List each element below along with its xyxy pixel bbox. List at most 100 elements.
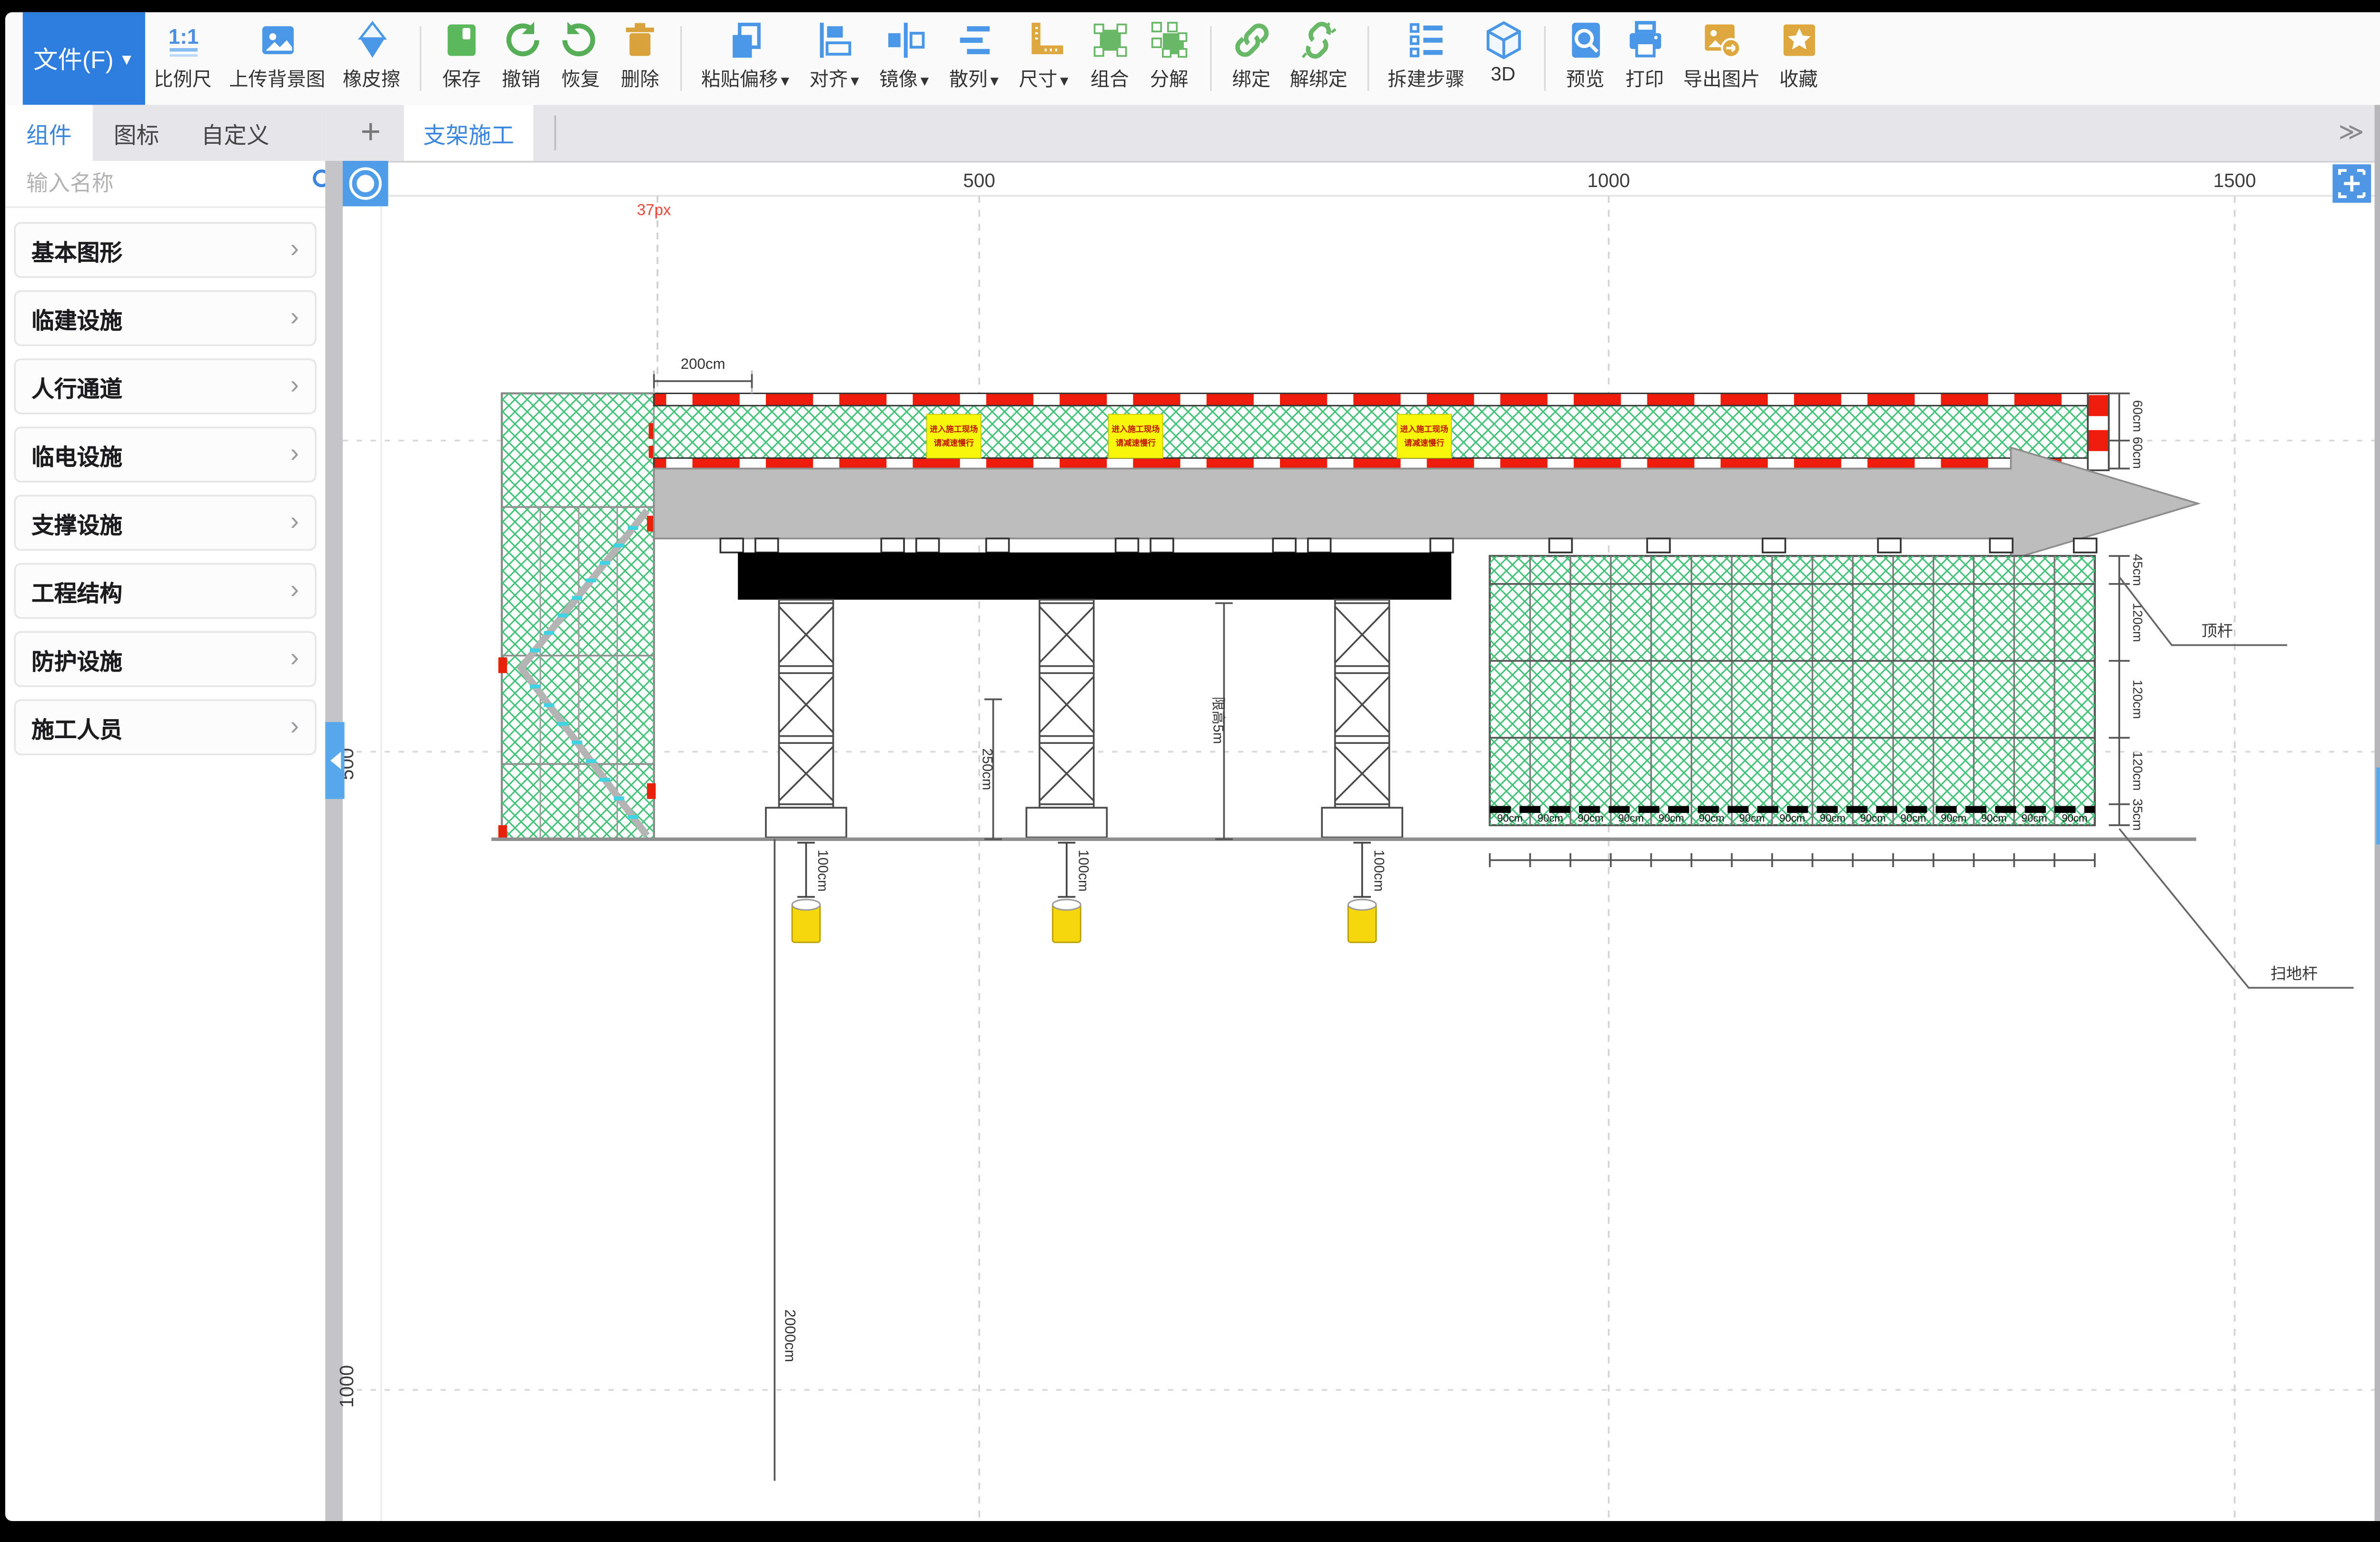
traffic-barrier-banner[interactable]: 进入施工现场请减速慢行进入施工现场请减速慢行进入施工现场请减速慢行 — [654, 394, 2109, 471]
category-label: 防护设施 — [31, 642, 122, 676]
warning-sign[interactable]: 进入施工现场请减速慢行 — [927, 415, 981, 458]
warning-sign[interactable]: 进入施工现场请减速慢行 — [1109, 415, 1163, 458]
svg-text:进入施工现场: 进入施工现场 — [1111, 424, 1160, 434]
drawing-canvas[interactable]: 500 1000 1500 500 1000 37px — [325, 161, 2374, 1521]
sidebar-category-工程结构[interactable]: 工程结构› — [14, 563, 317, 619]
bearing-pad — [1878, 538, 1901, 552]
paste-offset-icon — [725, 19, 767, 61]
three-d-button[interactable]: 3D — [1473, 12, 1533, 105]
category-label: 基本图形 — [31, 233, 122, 267]
sidebar-search — [5, 161, 325, 208]
bay-label: 90cm — [1699, 812, 1725, 824]
bearing-pad — [881, 538, 904, 552]
print-button[interactable]: 打印 — [1615, 12, 1675, 105]
bay-label: 90cm — [1981, 812, 2007, 824]
toolbar-separator — [1367, 26, 1368, 91]
build-steps-label: 拆建步骤 — [1388, 65, 1465, 93]
add-page-button[interactable]: + — [348, 112, 394, 154]
svg-text:100cm: 100cm — [815, 850, 831, 891]
svg-text:45cm: 45cm — [2131, 554, 2145, 586]
eraser-button[interactable]: 橡皮擦 — [334, 12, 409, 105]
upload-background-button[interactable]: 上传背景图 — [220, 12, 334, 105]
warning-drum[interactable] — [1348, 900, 1376, 942]
bind-button[interactable]: 绑定 — [1221, 12, 1281, 105]
lattice-tower[interactable] — [1026, 600, 1107, 838]
bay-label: 90cm — [1739, 812, 1765, 824]
preview-button[interactable]: 预览 — [1556, 12, 1615, 105]
page-tab-zhijiashigong[interactable]: 支架施工 — [404, 105, 534, 161]
paste-offset-button[interactable]: 粘贴偏移▼ — [693, 12, 801, 105]
ruler-top-1000: 1000 — [1587, 169, 1630, 191]
lattice-tower[interactable] — [766, 600, 846, 838]
warning-drum[interactable] — [1052, 900, 1081, 942]
dimension-icon — [1024, 19, 1066, 61]
bay-label: 90cm — [1618, 812, 1644, 824]
mirror-button[interactable]: 镜像▼ — [871, 12, 941, 105]
bay-label: 90cm — [1779, 812, 1805, 824]
align-button[interactable]: 对齐▼ — [801, 12, 871, 105]
upload-background-icon — [256, 19, 298, 61]
save-button[interactable]: 保存 — [432, 12, 491, 105]
scaffold-stair-tower[interactable] — [498, 394, 656, 840]
build-steps-button[interactable]: 拆建步骤 — [1379, 12, 1473, 105]
component-sidebar: 组件 图标 自定义 基本图形›临建设施›人行通道›临电设施›支撑设施›工程结构›… — [5, 105, 327, 1521]
safety-mesh-panel[interactable]: 90cm90cm90cm90cm90cm90cm90cm90cm90cm90cm… — [1490, 556, 2095, 825]
bearing-pad — [2074, 538, 2097, 552]
toolbar-separator — [420, 26, 422, 91]
mirror-label: 镜像▼ — [879, 65, 932, 93]
scatter-button[interactable]: 散列▼ — [940, 12, 1010, 105]
unbind-button[interactable]: 解绑定 — [1281, 12, 1356, 105]
fit-view-button[interactable] — [2332, 164, 2371, 203]
ellipse-tool-button[interactable] — [343, 161, 388, 207]
file-menu-label: 文件(F) — [33, 41, 114, 76]
svg-text:60cm: 60cm — [2131, 400, 2145, 432]
sidebar-category-施工人员[interactable]: 施工人员› — [14, 699, 317, 755]
collapse-sidebar-handle[interactable] — [325, 722, 344, 799]
bearing-pad — [1150, 538, 1173, 552]
bay-label: 90cm — [1941, 812, 1966, 824]
svg-text:请减速慢行: 请减速慢行 — [934, 438, 974, 448]
lattice-tower[interactable] — [1322, 600, 1402, 838]
favorite-button[interactable]: 收藏 — [1769, 12, 1828, 105]
scale-ruler-button[interactable]: 1:1比例尺 — [145, 12, 220, 105]
sidebar-category-临建设施[interactable]: 临建设施› — [14, 290, 317, 346]
warning-drum[interactable] — [792, 900, 820, 942]
tab-components[interactable]: 组件 — [5, 105, 93, 161]
file-menu-button[interactable]: 文件(F) ▼ — [23, 12, 145, 105]
search-input[interactable] — [23, 169, 311, 198]
canvas-area: + 支架施工 ≫ — [325, 105, 2374, 1521]
favorite-icon — [1777, 19, 1819, 61]
chevron-right-icon: › — [290, 576, 299, 602]
sidebar-category-防护设施[interactable]: 防护设施› — [14, 631, 317, 687]
sidebar-category-临电设施[interactable]: 临电设施› — [14, 426, 317, 483]
sidebar-category-基本图形[interactable]: 基本图形› — [14, 222, 317, 278]
delete-button[interactable]: 删除 — [610, 12, 670, 105]
redo-button[interactable]: 恢复 — [551, 12, 610, 105]
export-image-button[interactable]: 导出图片 — [1675, 12, 1769, 105]
support-beam[interactable] — [738, 553, 1451, 600]
collapse-panel-handle[interactable] — [2376, 768, 2380, 845]
collapse-panels-icon[interactable]: ≫ — [2339, 117, 2360, 147]
tab-custom[interactable]: 自定义 — [180, 105, 290, 161]
sidebar-category-支撑设施[interactable]: 支撑设施› — [14, 495, 317, 551]
eraser-icon — [351, 19, 393, 61]
align-icon — [814, 19, 856, 61]
save-label: 保存 — [442, 65, 481, 93]
tab-icons[interactable]: 图标 — [93, 105, 180, 161]
bearing-pad — [916, 538, 939, 552]
svg-text:120cm: 120cm — [2131, 680, 2145, 719]
svg-text:100cm: 100cm — [1371, 850, 1387, 891]
group-button[interactable]: 组合 — [1080, 12, 1140, 105]
svg-text:扫地杆: 扫地杆 — [2271, 965, 2318, 983]
undo-button[interactable]: 撤销 — [491, 12, 551, 105]
bind-label: 绑定 — [1232, 65, 1270, 93]
ruler-top-500: 500 — [963, 169, 995, 191]
ungroup-button[interactable]: 分解 — [1140, 12, 1199, 105]
upload-background-label: 上传背景图 — [229, 65, 325, 93]
warning-sign[interactable]: 进入施工现场请减速慢行 — [1397, 415, 1451, 458]
sidebar-category-人行通道[interactable]: 人行通道› — [14, 358, 317, 415]
bearing-pad — [1308, 538, 1331, 552]
category-label: 人行通道 — [31, 370, 122, 403]
svg-text:35cm: 35cm — [2131, 799, 2145, 830]
dimension-button[interactable]: 尺寸▼ — [1010, 12, 1080, 105]
